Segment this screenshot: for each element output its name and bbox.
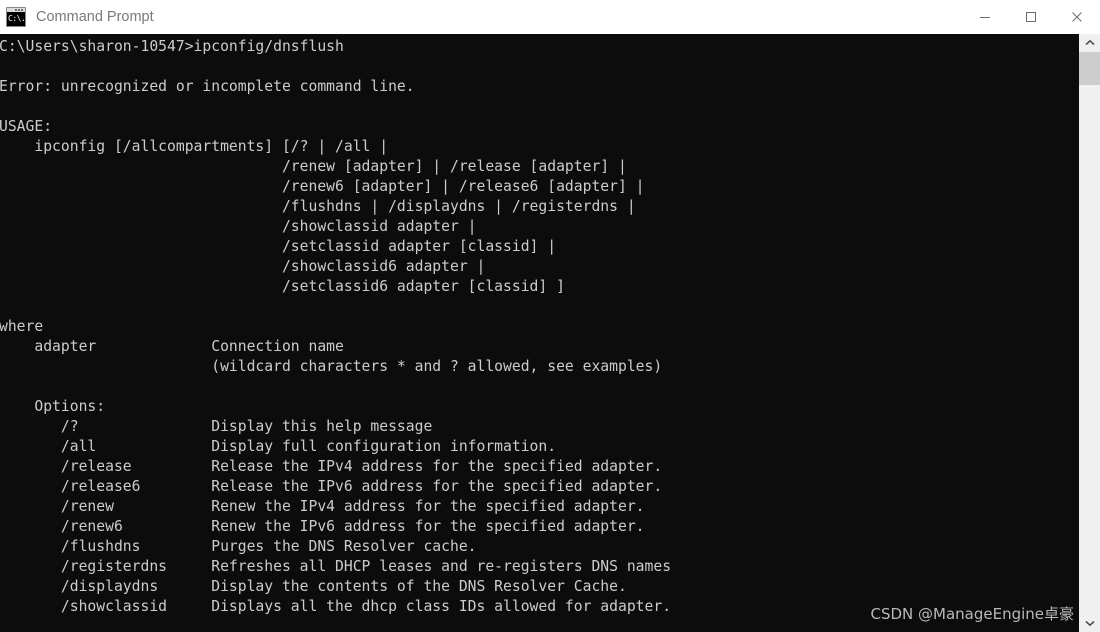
title-bar[interactable]: C:\. Command Prompt bbox=[0, 0, 1100, 34]
close-button[interactable] bbox=[1054, 0, 1100, 34]
minimize-button[interactable] bbox=[962, 0, 1008, 34]
scroll-up-button[interactable] bbox=[1079, 34, 1100, 52]
scroll-down-icon bbox=[1084, 620, 1095, 627]
window-title: Command Prompt bbox=[36, 9, 154, 25]
cmd-icon-glyph: C:\. bbox=[7, 12, 25, 26]
command-prompt-window: C:\. Command Prompt C:\Users\sharon-1054… bbox=[0, 0, 1100, 632]
scroll-up-icon bbox=[1084, 39, 1095, 46]
scrollbar-thumb[interactable] bbox=[1079, 52, 1100, 85]
close-icon bbox=[1072, 12, 1082, 22]
console-output-area[interactable]: C:\Users\sharon-10547>ipconfig/dnsflush … bbox=[0, 34, 1079, 632]
maximize-button[interactable] bbox=[1008, 0, 1054, 34]
cmd-app-icon: C:\. bbox=[6, 7, 26, 27]
maximize-icon bbox=[1026, 12, 1036, 22]
vertical-scrollbar[interactable] bbox=[1079, 34, 1100, 632]
minimize-icon bbox=[980, 17, 990, 18]
console-text: C:\Users\sharon-10547>ipconfig/dnsflush … bbox=[0, 38, 672, 615]
window-controls bbox=[962, 0, 1100, 34]
title-bar-left: C:\. Command Prompt bbox=[0, 0, 154, 34]
scroll-down-button[interactable] bbox=[1079, 614, 1100, 632]
